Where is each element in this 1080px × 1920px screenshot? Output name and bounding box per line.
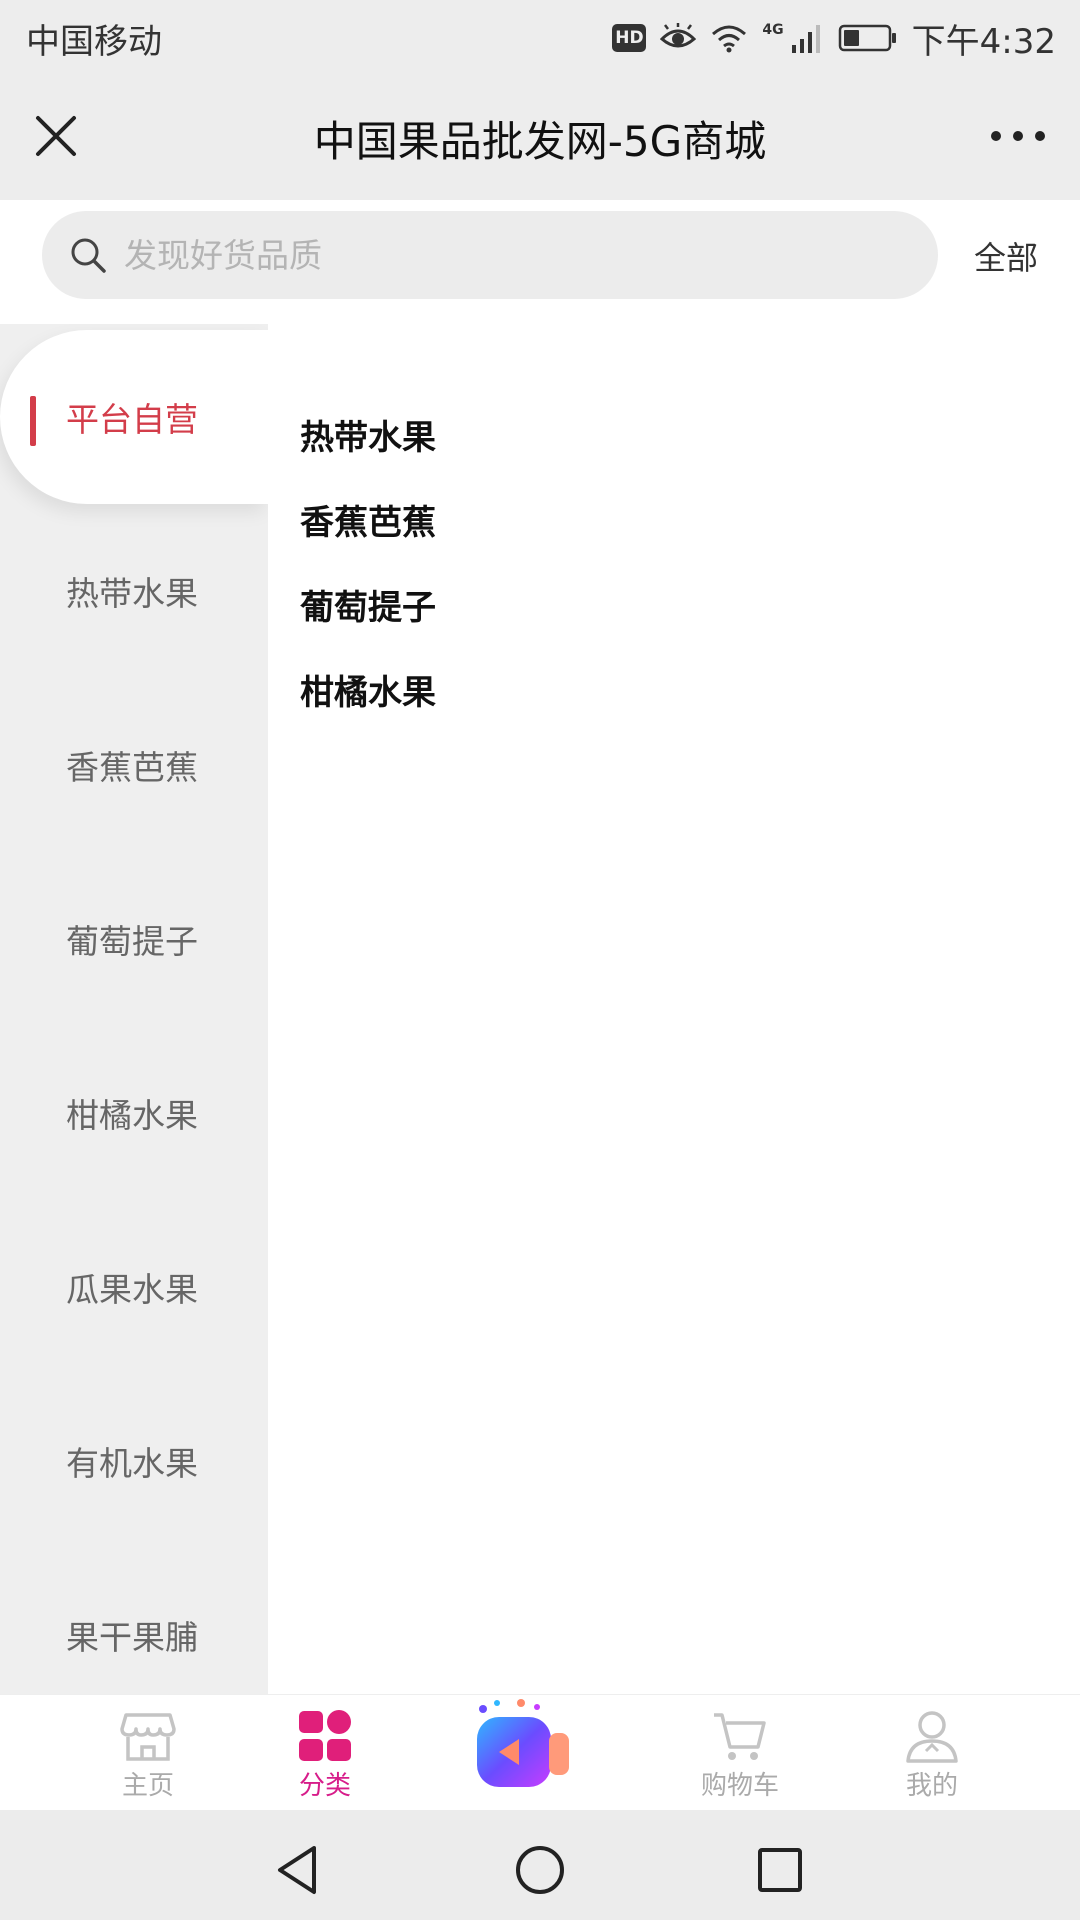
all-categories-link[interactable]: 全部 [974,233,1038,279]
status-bar: 中国移动 HD 4G 下午4:32 [0,0,1080,76]
sidebar-item-label: 香蕉芭蕉 [66,748,198,787]
more-options-icon[interactable] [986,120,1050,152]
carrier-label: 中国移动 [26,21,162,62]
search-input[interactable] [124,235,884,275]
subcategory-item[interactable]: 柑橘水果 [300,647,436,732]
sidebar-item-label: 有机水果 [66,1444,198,1483]
cart-icon [714,1713,766,1760]
subcategory-item[interactable]: 香蕉芭蕉 [300,477,436,562]
sidebar-item-label: 葡萄提子 [66,922,198,961]
sidebar-item-label: 热带水果 [66,574,198,613]
bottom-tab-bar: 主页 分类 购物车 我的 [0,1694,1080,1810]
sidebar-item-label: 柑橘水果 [66,1096,198,1135]
active-indicator [30,396,36,446]
tab-home[interactable]: 主页 [88,1709,208,1802]
title-bar: 中国果品批发网-5G商城 [0,76,1080,200]
search-box[interactable] [42,211,938,299]
sidebar-item-label: 瓜果水果 [66,1270,198,1309]
sidebar-item-tropical-fruit[interactable]: 热带水果 [0,504,268,678]
sidebar-item-label: 平台自营 [66,400,198,439]
home-circle-icon[interactable] [512,1842,568,1898]
tab-profile[interactable]: 我的 [872,1709,992,1802]
category-grid-icon [299,1710,351,1761]
store-icon [120,1713,176,1761]
tab-cart[interactable]: 购物车 [680,1709,800,1802]
signal-icon [791,25,820,53]
subcategory-list: 热带水果 香蕉芭蕉 葡萄提子 柑橘水果 [300,392,436,732]
recent-apps-square-icon[interactable] [752,1842,808,1898]
sidebar-item-dried-fruit[interactable]: 果干果脯 [0,1548,268,1694]
subcategory-item[interactable]: 葡萄提子 [300,562,436,647]
subcategory-item[interactable]: 热带水果 [300,392,436,477]
system-navigation-bar [0,1810,1080,1920]
sidebar-item-banana[interactable]: 香蕉芭蕉 [0,678,268,852]
wifi-icon [712,25,747,53]
sidebar-item-platform-self-operated[interactable]: 平台自营 [0,330,268,504]
category-content: 平台自营 热带水果 香蕉芭蕉 葡萄提子 柑橘水果 瓜果水果 有机水果 果干果脯 … [0,324,1080,1694]
tab-label: 购物车 [700,1771,779,1801]
sidebar-item-label: 果干果脯 [66,1618,198,1657]
sidebar-item-grapes[interactable]: 葡萄提子 [0,852,268,1026]
back-triangle-icon[interactable] [270,1842,326,1898]
tab-label: 分类 [298,1771,351,1801]
tab-label: 我的 [905,1771,958,1801]
sidebar-item-citrus[interactable]: 柑橘水果 [0,1026,268,1200]
search-icon [71,238,106,273]
sidebar-item-melons[interactable]: 瓜果水果 [0,1200,268,1374]
eye-icon [660,23,697,48]
sidebar-item-organic[interactable]: 有机水果 [0,1374,268,1548]
tab-video[interactable] [464,1699,584,1799]
user-icon [906,1711,958,1763]
network-type-label: 4G [762,22,784,38]
close-icon[interactable] [30,110,82,162]
tab-category[interactable]: 分类 [265,1709,385,1802]
page-title: 中国果品批发网-5G商城 [313,116,767,166]
status-icons: HD 4G 下午4:32 [612,14,1056,63]
clock-label: 下午4:32 [911,21,1056,62]
category-sidebar: 平台自营 热带水果 香蕉芭蕉 葡萄提子 柑橘水果 瓜果水果 有机水果 果干果脯 [0,324,268,1694]
video-camera-icon [477,1699,569,1787]
battery-icon [838,24,896,52]
hd-icon: HD [612,24,647,52]
tab-label: 主页 [121,1771,174,1801]
search-area: 全部 [0,200,1080,324]
